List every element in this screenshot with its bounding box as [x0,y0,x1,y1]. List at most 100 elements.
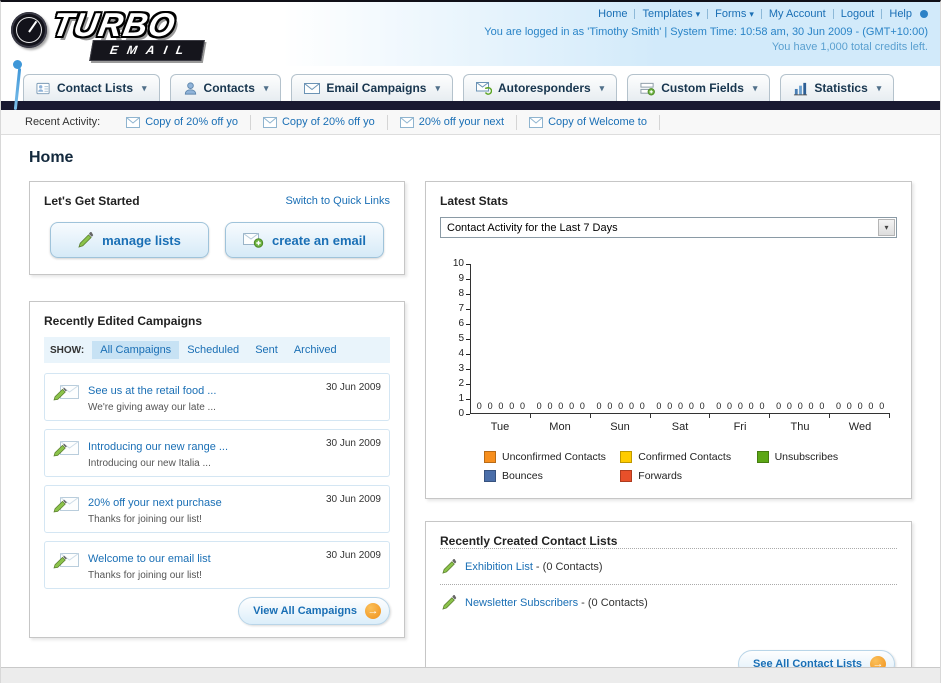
campaign-subtitle: We're giving away our late ... [88,402,216,413]
campaign-row[interactable]: Introducing our new range ... Introducin… [44,429,390,477]
manage-lists-button[interactable]: manage lists [50,222,209,258]
envelope-icon [399,116,414,128]
email-campaigns-icon [304,82,321,95]
chart-value-labels: 00000 [476,401,526,411]
chart-y-tick: 1 [458,394,470,404]
contact-list-count: - (0 Contacts) [578,596,648,609]
legend-label: Unsubscribes [774,451,839,463]
app-logo: TURBO EMAIL [9,4,309,111]
chart-slot: 00000 [830,264,890,418]
header: TURBO EMAIL Home Templates ▾ Forms ▾ My Accou… [1,2,940,111]
chart-value-labels: 00000 [716,401,765,411]
chart-y-tick: 6 [458,319,470,329]
chevron-down-icon: ▾ [263,82,269,93]
top-link-help[interactable]: Help [889,8,912,20]
legend-item: Bounces [484,470,620,482]
envelope-pencil-icon [53,381,80,402]
chart-value-labels: 00000 [835,401,885,411]
contact-list-link[interactable]: Exhibition List [465,561,533,573]
envelope-pencil-icon [53,437,80,458]
campaign-row[interactable]: See us at the retail food ... We're givi… [44,373,390,421]
chart-y-tick: 0 [458,409,470,419]
chart-y-axis: 10 9 8 7 6 5 4 3 2 1 0 [444,259,470,419]
chart-slot: 00000 [770,264,831,418]
legend-swatch [484,470,496,482]
campaign-text: 20% off your next purchase Thanks for jo… [88,493,318,525]
recent-activity-label: Recent Activity: [25,116,101,128]
campaign-title-link[interactable]: See us at the retail food ... [88,385,216,397]
recent-contact-lists-title: Recently Created Contact Lists [440,534,618,548]
chevron-down-icon: ▾ [752,82,758,93]
top-link-forms[interactable]: Forms ▾ [715,8,754,20]
activity-item: Copy of Welcome to [517,114,660,130]
tab-sent[interactable]: Sent [247,341,286,359]
campaign-date: 30 Jun 2009 [325,382,381,393]
nav-tab-statistics[interactable]: Statistics ▾ [780,74,895,101]
view-all-campaigns-button[interactable]: View All Campaigns → [238,597,390,625]
speedometer-icon [11,12,47,48]
campaign-title-link[interactable]: Introducing our new range ... [88,441,228,453]
stats-range-dropdown[interactable]: Contact Activity for the Last 7 Days ▾ [440,217,897,238]
campaign-date: 30 Jun 2009 [325,438,381,449]
divider [881,9,883,20]
activity-link[interactable]: Copy of 20% off yo [145,116,238,128]
switch-quick-links-link[interactable]: Switch to Quick Links [285,195,390,207]
campaign-row[interactable]: 20% off your next purchase Thanks for jo… [44,485,390,533]
nav-tab-custom-fields[interactable]: Custom Fields ▾ [627,74,771,101]
header-right: Home Templates ▾ Forms ▾ My Account Logout Help… [484,4,928,66]
chart-slot: 00000 [710,264,771,418]
recent-campaigns-title: Recently Edited Campaigns [44,314,203,328]
activity-link[interactable]: 20% off your next [419,116,504,128]
legend-label: Unconfirmed Contacts [502,451,606,463]
contact-list-link[interactable]: Newsletter Subscribers [465,597,578,609]
main-content: Home Let's Get Started Switch to Quick L… [1,135,940,683]
campaign-row[interactable]: Welcome to our email list Thanks for joi… [44,541,390,589]
activity-link[interactable]: Copy of Welcome to [548,116,647,128]
autoresponders-icon [475,81,492,95]
tab-all-campaigns[interactable]: All Campaigns [92,341,180,359]
chart-y-tick: 7 [458,304,470,314]
campaign-subtitle: Thanks for joining our list! [88,514,202,525]
chart-legend: Unconfirmed Contacts Confirmed Contacts Un… [484,451,897,482]
chart-y-tick: 8 [458,289,470,299]
nav-tab-email-campaigns[interactable]: Email Campaigns ▾ [291,74,453,101]
contact-list-row[interactable]: Exhibition List - (0 Contacts) [440,548,897,584]
login-info: You are logged in as 'Timothy Smith' | S… [484,26,928,38]
nav-tab-label: Statistics [814,81,868,95]
nav-tab-contacts[interactable]: Contacts ▾ [169,74,282,101]
activity-item: Copy of 20% off yo [251,114,388,130]
chart-value-labels: 00000 [776,401,825,411]
chart-y-tick: 3 [458,364,470,374]
top-link-home[interactable]: Home [598,8,627,20]
top-link-my-account[interactable]: My Account [769,8,826,20]
chart-value-labels: 00000 [656,401,705,411]
create-email-button[interactable]: create an email [225,222,384,258]
custom-fields-icon [640,81,656,96]
activity-link[interactable]: Copy of 20% off yo [282,116,375,128]
nav-tab-autoresponders[interactable]: Autoresponders ▾ [462,74,618,101]
divider [760,9,762,20]
campaign-subtitle: Introducing our new Italia ... [88,458,211,469]
create-email-label: create an email [272,232,366,248]
nav-tab-label: Email Campaigns [326,81,427,95]
logo-text-email: EMAIL [89,40,206,62]
tab-scheduled[interactable]: Scheduled [179,341,247,359]
campaign-title-link[interactable]: 20% off your next purchase [88,497,222,509]
nav-tab-contact-lists[interactable]: Contact Lists ▾ [23,74,160,101]
top-link-templates[interactable]: Templates ▾ [642,8,700,20]
recent-activity-bar: Recent Activity: Copy of 20% off yo Copy… [1,110,940,135]
legend-item: Forwards [620,470,756,482]
chart-slot: 00000 [471,264,531,418]
campaign-list: See us at the retail food ... We're givi… [44,373,390,589]
contact-list-row[interactable]: Newsletter Subscribers - (0 Contacts) [440,584,897,620]
top-link-logout[interactable]: Logout [841,8,875,20]
chevron-down-icon: ▾ [749,9,754,19]
chart-x-label: Fri [733,421,747,433]
chart-y-tick: 10 [453,259,470,269]
tab-archived[interactable]: Archived [286,341,345,359]
activity-item: Copy of 20% off yo [114,114,251,130]
campaign-title-link[interactable]: Welcome to our email list [88,553,211,565]
page-footer [1,667,940,683]
view-all-campaigns-label: View All Campaigns [253,605,357,617]
legend-item: Unsubscribes [756,451,893,463]
